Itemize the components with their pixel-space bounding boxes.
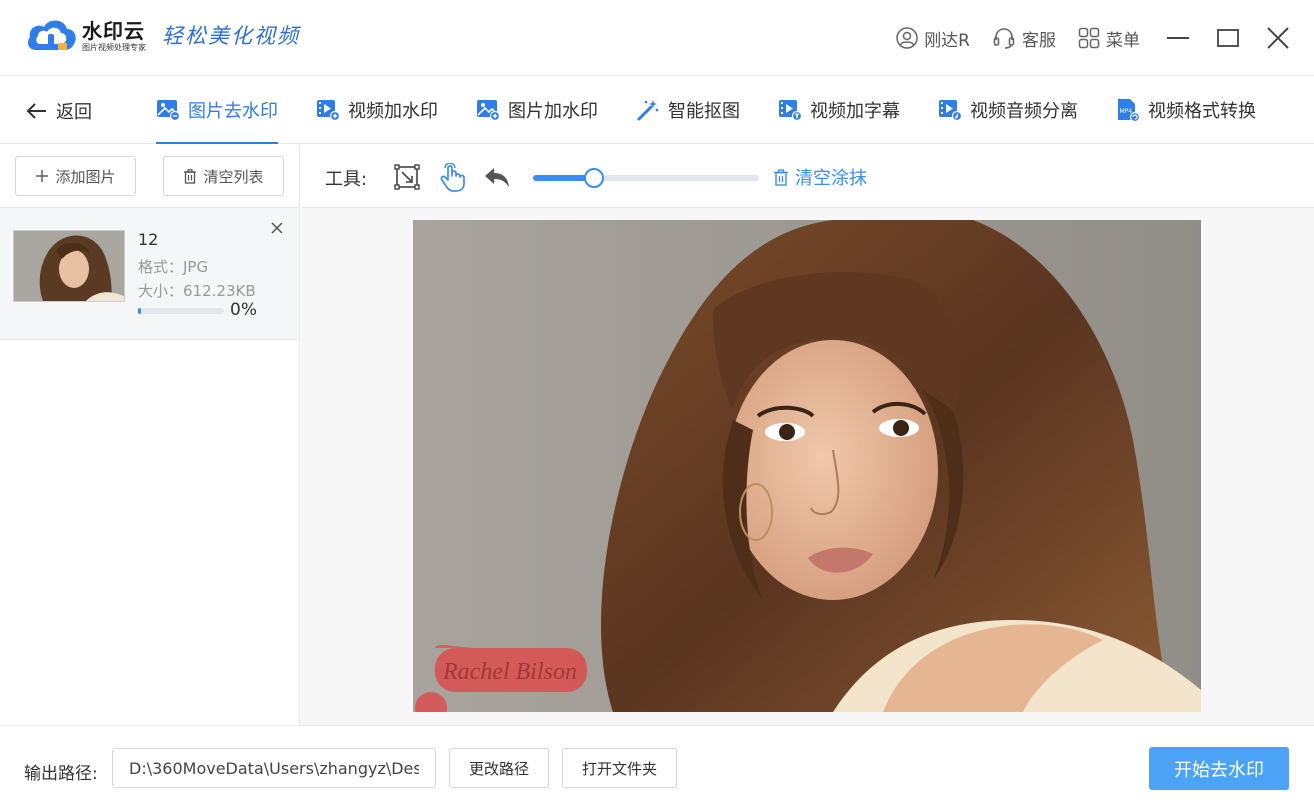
edit-image[interactable]: Rachel Bilson (413, 220, 1201, 712)
output-path-label: 输出路径: (24, 764, 98, 784)
tab-video-format-convert[interactable]: MP4 视频格式转换 (1116, 76, 1256, 144)
trash-icon (774, 168, 788, 186)
feature-tabs: 图片去水印 视频加水印 图片加水印 智能抠图 视频加字幕 视频音频分离 MP4 … (156, 76, 1294, 144)
hand-pointer-icon (440, 162, 465, 192)
image-add-icon (477, 100, 500, 121)
menu-button[interactable]: 菜单 (1078, 26, 1140, 51)
close-window-button[interactable] (1266, 26, 1290, 50)
remove-file-button[interactable] (270, 220, 284, 239)
undo-icon (485, 168, 509, 187)
file-progress-bar (138, 308, 224, 314)
back-label: 返回 (56, 102, 92, 123)
grid-menu-icon (1078, 27, 1100, 49)
start-label: 开始去水印 (1174, 759, 1264, 781)
mp4-file-icon: MP4 (1118, 99, 1140, 122)
clear-smear-button[interactable]: 清空涂抹 (773, 164, 867, 190)
tab-label: 视频格式转换 (1148, 101, 1256, 122)
service-label: 客服 (1022, 30, 1056, 51)
maximize-button[interactable] (1216, 26, 1240, 50)
user-icon (896, 27, 918, 49)
undo-button[interactable] (483, 165, 511, 193)
file-format: 格式：JPG (138, 258, 209, 276)
menu-label: 菜单 (1106, 30, 1140, 51)
svg-text:Rachel Bilson: Rachel Bilson (442, 659, 577, 685)
video-subtitle-icon (779, 100, 802, 121)
start-remove-watermark-button[interactable]: 开始去水印 (1149, 747, 1289, 790)
video-add-icon (317, 100, 340, 121)
arrow-left-icon (26, 103, 46, 119)
clear-smear-label: 清空涂抹 (795, 168, 867, 189)
tab-label: 视频加水印 (348, 101, 438, 122)
output-path-input[interactable] (112, 748, 436, 788)
close-icon (1267, 27, 1289, 49)
tab-smart-cutout[interactable]: 智能抠图 (636, 76, 740, 144)
maximize-icon (1217, 29, 1239, 47)
clear-list-button[interactable]: 清空列表 (163, 156, 284, 196)
magic-wand-icon (637, 100, 659, 121)
tab-label: 图片加水印 (508, 101, 598, 122)
file-list-actions: 添加图片 清空列表 (0, 145, 299, 208)
plus-icon (36, 170, 49, 182)
customer-service-button[interactable]: 客服 (992, 26, 1056, 51)
tab-label: 视频加字幕 (810, 101, 900, 122)
image-remove-icon (157, 100, 180, 121)
file-progress-label: 0% (230, 300, 257, 320)
cloud-logo-icon (24, 14, 78, 58)
add-image-label: 添加图片 (55, 167, 116, 186)
select-box-icon (394, 164, 420, 190)
change-path-button[interactable]: 更改路径 (449, 748, 549, 788)
tab-image-remove-watermark[interactable]: 图片去水印 (156, 76, 278, 144)
clear-list-label: 清空列表 (203, 167, 264, 186)
tab-label: 图片去水印 (188, 101, 278, 122)
feature-nav: 返回 图片去水印 视频加水印 图片加水印 智能抠图 视频加字幕 视频音频分离 M… (0, 76, 1314, 144)
file-list-item[interactable]: 12 格式：JPG 大小：612.23KB 0% (0, 208, 299, 340)
tab-image-add-watermark[interactable]: 图片加水印 (476, 76, 598, 144)
svg-text:MP4: MP4 (1120, 108, 1133, 115)
back-button[interactable]: 返回 (26, 98, 92, 124)
tab-video-subtitle[interactable]: 视频加字幕 (778, 76, 900, 144)
tools-label: 工具: (325, 169, 368, 190)
select-box-tool[interactable] (393, 163, 421, 195)
hand-tool[interactable] (439, 162, 467, 197)
tab-label: 智能抠图 (668, 101, 740, 122)
app-slogan: 轻松美化视频 (162, 24, 300, 48)
file-progress-fill (138, 308, 141, 314)
app-subname: 图片视频处理专家 (82, 42, 146, 52)
add-image-button[interactable]: 添加图片 (15, 156, 136, 196)
close-icon (271, 222, 283, 234)
headset-icon (993, 28, 1015, 49)
brush-size-slider[interactable] (533, 168, 759, 188)
title-bar: 水印云 图片视频处理专家 轻松美化视频 刚达R 客服 菜单 (0, 0, 1314, 76)
tab-video-add-watermark[interactable]: 视频加水印 (316, 76, 438, 144)
file-list-panel: 添加图片 清空列表 12 格式：JPG 大小：612.23KB 0% (0, 145, 300, 725)
brush-size-knob[interactable] (584, 168, 605, 188)
minimize-icon (1167, 37, 1189, 39)
app-logo: 水印云 图片视频处理专家 (24, 14, 146, 58)
edit-toolbar: 工具: 清空涂抹 (301, 145, 1314, 208)
change-path-label: 更改路径 (468, 759, 529, 778)
user-name: 刚达R (924, 30, 970, 51)
open-folder-button[interactable]: 打开文件夹 (562, 748, 677, 788)
file-thumbnail (13, 230, 125, 302)
video-audio-icon (939, 100, 962, 121)
open-folder-label: 打开文件夹 (581, 759, 657, 778)
tab-label: 视频音频分离 (970, 101, 1078, 122)
bottom-bar: 输出路径: 更改路径 打开文件夹 开始去水印 (0, 725, 1314, 810)
image-canvas-area: Rachel Bilson (301, 208, 1314, 725)
file-name: 12 (138, 230, 159, 249)
user-account[interactable]: 刚达R (896, 26, 970, 51)
app-name: 水印云 (82, 18, 145, 43)
file-size: 大小：612.23KB (138, 282, 256, 300)
trash-icon (184, 168, 197, 184)
minimize-button[interactable] (1166, 26, 1190, 50)
tab-video-audio-split[interactable]: 视频音频分离 (938, 76, 1078, 144)
